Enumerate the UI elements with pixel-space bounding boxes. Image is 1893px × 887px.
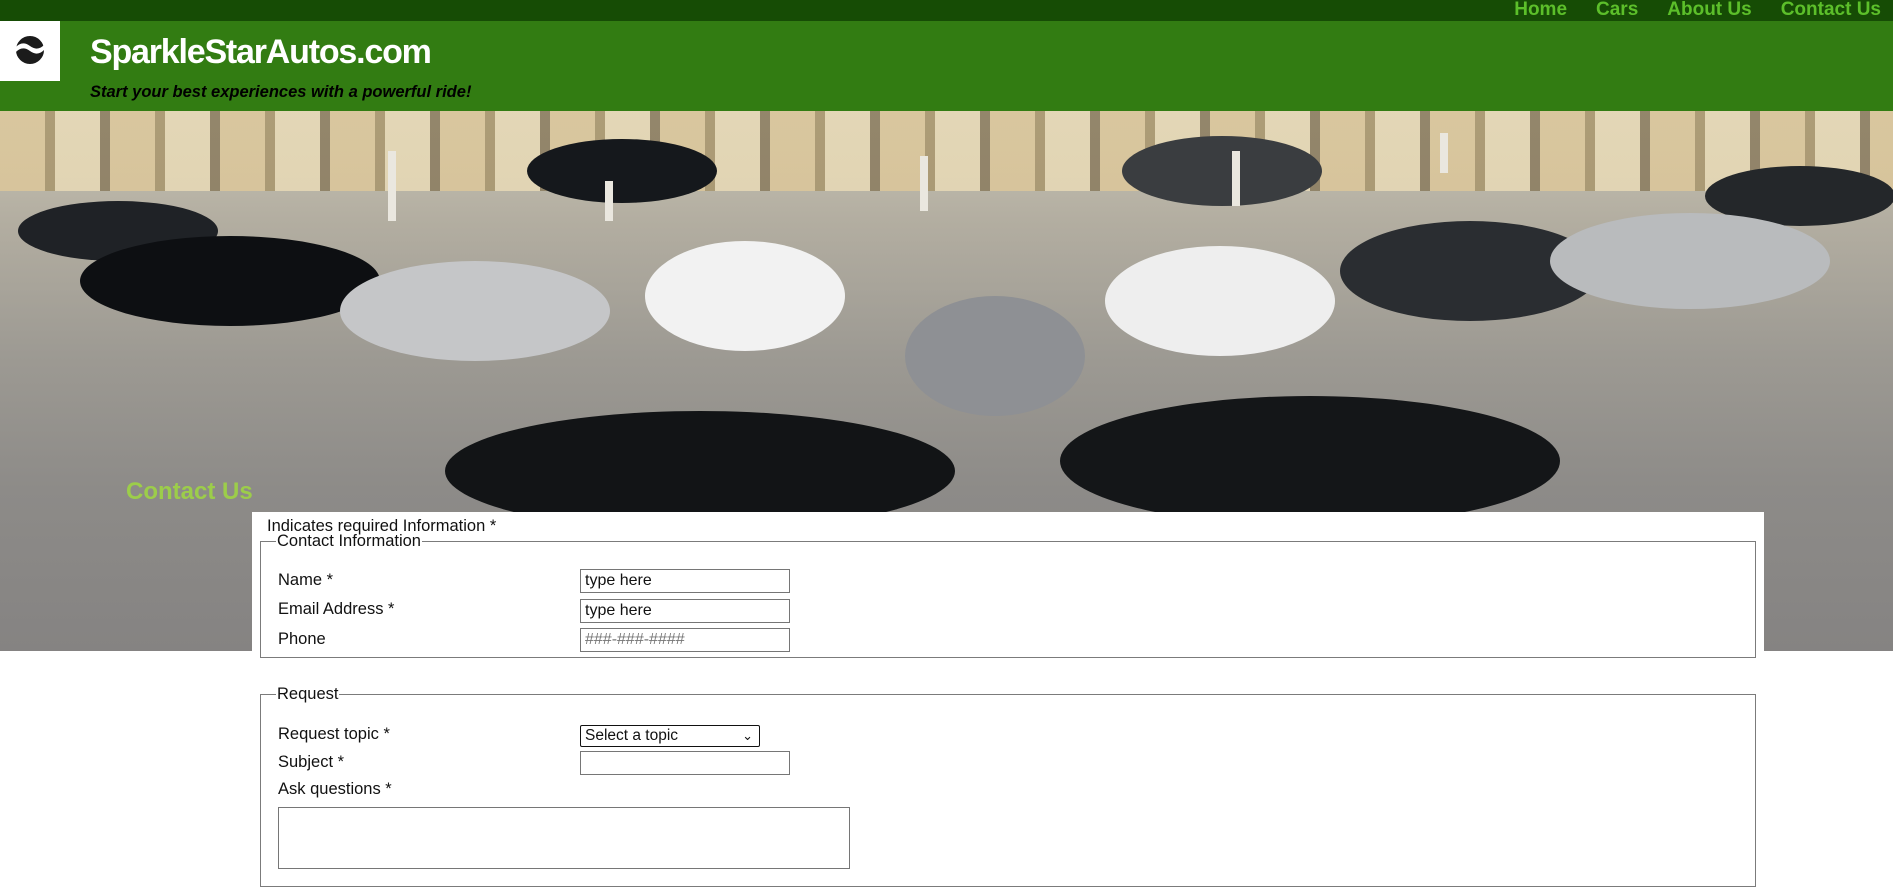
name-field[interactable] — [580, 569, 790, 593]
contact-information-fieldset: Contact Information Name * Email Address… — [260, 532, 1756, 658]
request-topic-select[interactable]: Select a topic ⌄ — [580, 725, 760, 747]
name-label: Name * — [278, 571, 334, 589]
top-bar: Home Cars About Us Contact Us — [0, 0, 1893, 21]
request-fieldset: Request Request topic * Select a topic ⌄… — [260, 685, 1756, 887]
request-topic-selected: Select a topic — [585, 727, 679, 744]
email-label: Email Address * — [278, 600, 395, 618]
ask-questions-label: Ask questions * — [278, 780, 392, 798]
nav-home-link[interactable]: Home — [1514, 0, 1567, 20]
subject-label: Subject * — [278, 753, 345, 771]
contact-information-legend: Contact Information — [277, 532, 421, 550]
site-title[interactable]: SparkleStarAutos.com — [90, 33, 432, 72]
wave-logo-icon — [14, 34, 46, 66]
chevron-down-icon: ⌄ — [742, 728, 753, 743]
email-field[interactable] — [580, 599, 790, 623]
nav-contact-link[interactable]: Contact Us — [1781, 0, 1881, 20]
top-nav: Home Cars About Us Contact Us — [1514, 0, 1881, 20]
site-tagline: Start your best experiences with a power… — [90, 83, 472, 101]
nav-cars-link[interactable]: Cars — [1596, 0, 1638, 20]
phone-label: Phone — [278, 630, 326, 648]
contact-us-heading: Contact Us — [126, 478, 253, 505]
nav-about-link[interactable]: About Us — [1667, 0, 1751, 20]
phone-field[interactable] — [580, 628, 790, 652]
questions-textarea[interactable] — [278, 807, 850, 869]
site-header: SparkleStarAutos.com Start your best exp… — [0, 21, 1893, 111]
contact-form: Indicates required Information * Contact… — [252, 512, 1764, 887]
request-legend: Request — [277, 685, 339, 703]
logo[interactable] — [0, 21, 60, 81]
subject-field[interactable] — [580, 751, 790, 775]
request-topic-label: Request topic * — [278, 725, 390, 743]
